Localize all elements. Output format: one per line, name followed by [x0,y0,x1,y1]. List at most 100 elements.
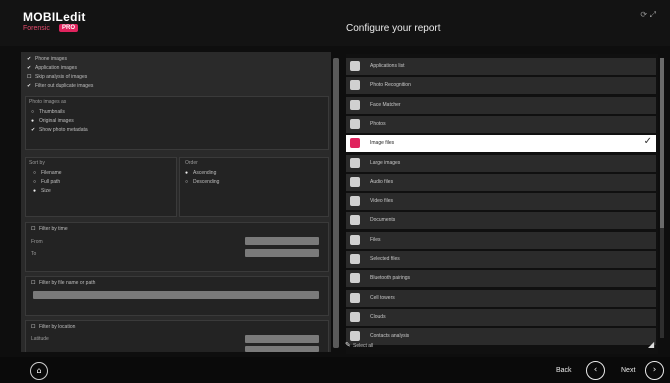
music-icon [350,176,360,187]
option-thumbnails[interactable]: ○ Thumbnails [31,109,65,115]
report-item[interactable]: Files [346,231,656,249]
next-label[interactable]: Next [621,367,635,374]
antenna-icon [350,292,360,303]
report-item[interactable]: Clouds [346,308,656,326]
latitude-input[interactable] [245,335,319,343]
checkbox-checked-icon[interactable]: ✔ [31,127,36,133]
checkbox-unchecked-icon[interactable]: ☐ [27,74,32,80]
name-path-input[interactable] [33,291,319,299]
checkbox-checked-icon[interactable]: ✔ [27,65,32,71]
app-logo-sub: Forensic [23,25,50,32]
radio-selected-icon[interactable]: ● [31,118,36,124]
checkbox-unchecked-icon[interactable]: ☐ [31,226,36,232]
report-item-label: Selected files [370,256,400,262]
longitude-input[interactable] [245,346,319,352]
back-label[interactable]: Back [556,367,572,374]
folder-icon [350,234,360,245]
monitor-icon [350,157,360,168]
select-all-button[interactable]: Select all [353,343,373,349]
option-skip-analysis[interactable]: ☐ Skip analysis of images [27,74,87,80]
home-icon[interactable]: ⌂ [30,362,48,380]
filter-options-panel: ✔ Phone images ✔ Application images ☐ Skip … [21,52,331,352]
time-from-label: From [31,239,43,245]
checkbox-checked-icon[interactable]: ✔ [27,83,32,89]
checkbox-unchecked-icon[interactable]: ☐ [31,280,36,286]
time-to-input[interactable] [245,249,319,257]
option-original-images[interactable]: ● Original images [31,118,74,124]
right-scrollbar-thumb[interactable] [660,58,664,228]
radio-icon[interactable]: ○ [31,109,36,115]
top-bar: MOBILedit Forensic PRO Configure your re… [0,0,670,46]
report-item-label: Audio files [370,178,394,185]
report-item-label: Bluetooth pairings [370,275,411,282]
report-item-label: Clouds [370,313,386,320]
page-title: Configure your report [346,23,441,34]
checkmark-icon: ✓ [643,136,652,148]
option-filter-duplicates[interactable]: ✔ Filter out duplicate images [27,83,93,89]
checkbox-unchecked-icon[interactable]: ☐ [31,324,36,330]
report-item-label: Cell towers [370,294,395,301]
folder-icon [350,254,360,264]
sort-full-path[interactable]: ○ Full path [33,179,60,185]
back-button-icon[interactable]: ‹ [586,361,605,380]
document-icon [350,61,360,71]
time-to-label: To [31,251,37,257]
report-item[interactable]: Photo Recognition [346,77,656,95]
report-item[interactable]: Face Matcher [346,96,656,114]
report-item-label: Contacts analysis [370,333,410,340]
sort-size[interactable]: ● Size [33,188,51,194]
select-all-icon[interactable]: ✎ [345,341,351,349]
filter-by-name-toggle[interactable]: ☐ Filter by file name or path [31,280,95,286]
report-item[interactable]: Cell towers [346,289,656,307]
pro-badge: PRO [59,24,79,32]
report-item[interactable]: Bluetooth pairings [346,270,656,288]
report-item-label: Files [370,236,381,243]
option-application-images[interactable]: ✔ Application images [27,65,77,71]
report-item[interactable]: Documents [346,212,656,230]
radio-icon[interactable]: ○ [185,179,190,185]
radio-icon[interactable]: ○ [33,179,38,185]
face-icon [350,99,360,110]
photo-images-as-title: Photo images as [29,99,67,105]
app-logo: MOBILedit [23,10,86,24]
document-icon [350,215,360,226]
report-item-label: Image files [370,140,395,147]
checkbox-checked-icon[interactable]: ✔ [27,56,32,62]
right-scrollbar[interactable] [660,58,664,338]
filter-by-time-toggle[interactable]: ☐ Filter by time [31,226,68,232]
camera-icon [350,118,360,129]
option-photo-metadata[interactable]: ✔ Show photo metadata [31,127,88,133]
expand-icon[interactable]: ◢ [648,340,654,349]
report-item[interactable]: Large images [346,154,656,172]
video-icon [350,196,360,207]
report-item[interactable]: Photos [346,115,656,133]
window-controls-icon[interactable]: ⟳ ⤢ [640,10,656,20]
order-ascending[interactable]: ● Ascending [185,170,216,176]
filter-by-time-group [25,222,329,272]
filter-by-location-toggle[interactable]: ☐ Filter by location [31,324,75,330]
radio-icon[interactable]: ○ [33,170,38,176]
report-item[interactable]: Video files [346,193,656,211]
sort-by-title: Sort by [29,160,45,166]
option-phone-images[interactable]: ✔ Phone images [27,56,67,62]
radio-selected-icon[interactable]: ● [185,170,190,176]
camera-icon [350,80,360,91]
order-group [179,157,329,217]
left-scrollbar-thumb[interactable] [333,58,339,348]
report-item-label: Photos [370,120,386,127]
sort-filename[interactable]: ○ Filename [33,170,62,176]
report-item[interactable]: Audio files [346,173,656,191]
next-button-icon[interactable]: › [645,361,664,380]
report-item-label: Applications list [370,63,405,69]
radio-selected-icon[interactable]: ● [33,188,38,194]
report-item[interactable]: Selected files [346,251,656,268]
report-item-label: Face Matcher [370,101,401,108]
report-item[interactable]: Applications list [346,58,656,75]
report-item[interactable]: Image files ✓ [346,135,656,153]
report-item[interactable]: Contacts analysis [346,328,656,346]
order-descending[interactable]: ○ Descending [185,179,219,185]
people-icon [350,331,360,342]
report-item-label: Documents [370,217,396,224]
time-from-input[interactable] [245,237,319,245]
left-scrollbar[interactable] [333,58,339,348]
